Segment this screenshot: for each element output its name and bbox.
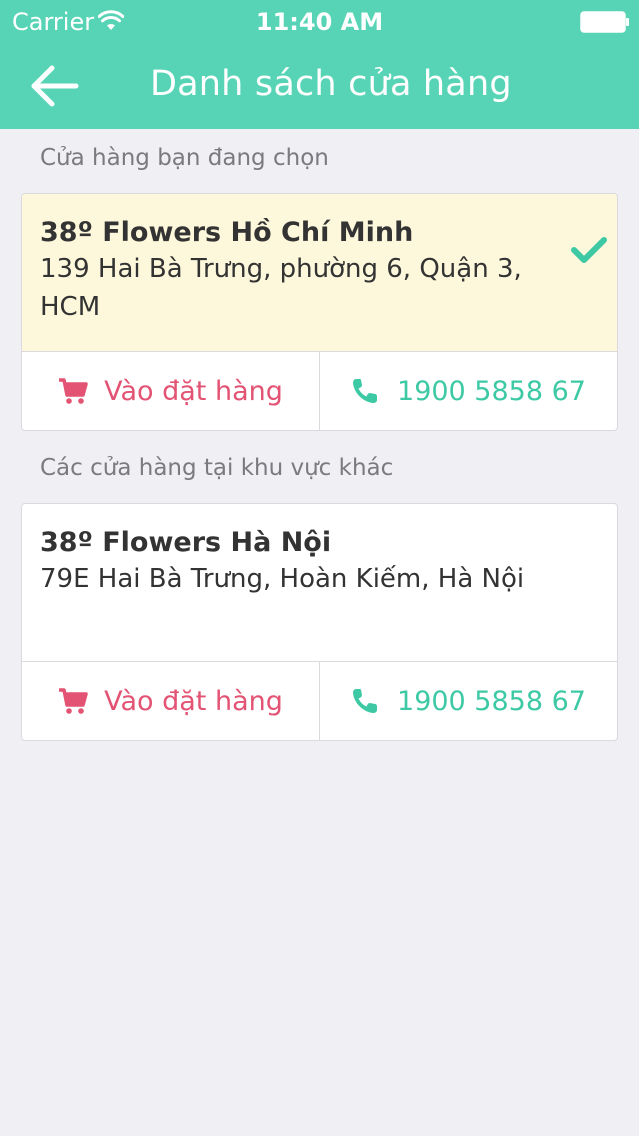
current-store-section-title: Cửa hàng bạn đang chọn (40, 145, 329, 171)
phone-number: 1900 5858 67 (397, 685, 586, 717)
store-info[interactable]: 38º Flowers Hà Nội 79E Hai Bà Trưng, Hoà… (22, 504, 617, 662)
phone-icon (353, 379, 378, 403)
store-actions: Vào đặt hàng 1900 5858 67 (22, 352, 617, 430)
app-header: Carrier 11:40 AM Danh sách cửa hàng (0, 0, 639, 129)
store-info[interactable]: 38º Flowers Hồ Chí Minh 139 Hai Bà Trưng… (22, 194, 617, 352)
store-name: 38º Flowers Hà Nội (40, 527, 332, 558)
arrow-left-icon (31, 65, 79, 107)
order-button[interactable]: Vào đặt hàng (22, 352, 319, 430)
status-time: 11:40 AM (255, 8, 384, 36)
back-button[interactable] (22, 60, 86, 112)
store-address: 79E Hai Bà Trưng, Hoàn Kiếm, Hà Nội (40, 564, 525, 594)
status-bar: Carrier 11:40 AM (0, 0, 639, 42)
battery-icon (580, 11, 629, 33)
order-button-label: Vào đặt hàng (104, 375, 283, 407)
checkmark-icon (571, 237, 607, 263)
navigation-bar: Danh sách cửa hàng (0, 42, 639, 129)
call-button[interactable]: 1900 5858 67 (319, 662, 617, 740)
cart-icon (59, 378, 88, 404)
store-actions: Vào đặt hàng 1900 5858 67 (22, 662, 617, 740)
cart-icon (59, 688, 88, 714)
store-address: 139 Hai Bà Trưng, phường 6, Quận 3, HCM (40, 254, 522, 322)
other-stores-section-title: Các cửa hàng tại khu vực khác (40, 455, 394, 481)
call-button[interactable]: 1900 5858 67 (319, 352, 617, 430)
current-store-card: 38º Flowers Hồ Chí Minh 139 Hai Bà Trưng… (21, 193, 618, 431)
phone-number: 1900 5858 67 (397, 375, 586, 407)
store-card: 38º Flowers Hà Nội 79E Hai Bà Trưng, Hoà… (21, 503, 618, 741)
order-button[interactable]: Vào đặt hàng (22, 662, 319, 740)
page-title: Danh sách cửa hàng (150, 64, 512, 104)
phone-icon (353, 689, 378, 713)
order-button-label: Vào đặt hàng (104, 685, 283, 717)
store-name: 38º Flowers Hồ Chí Minh (40, 217, 414, 248)
